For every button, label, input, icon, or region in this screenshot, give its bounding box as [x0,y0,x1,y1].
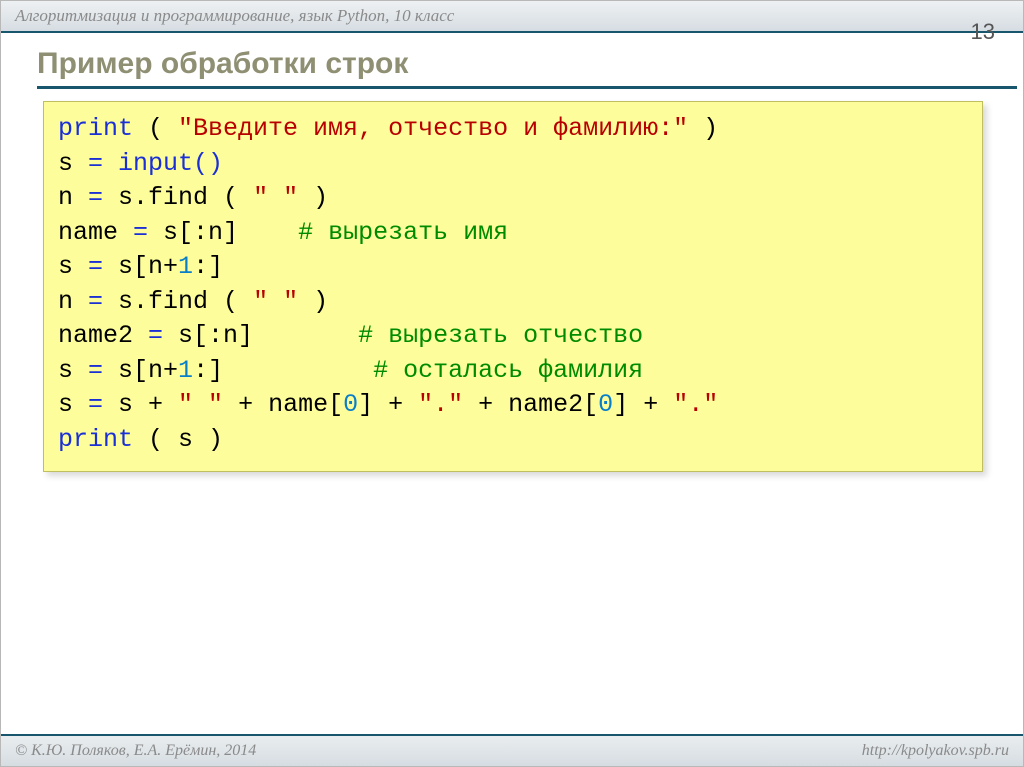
header-bar: Алгоритмизация и программирование, язык … [1,1,1023,33]
code-text: ) [298,183,328,212]
code-op: = [73,356,118,385]
code-text: n [58,183,73,212]
code-text: s[:n] [163,218,298,247]
code-string: " " [253,183,298,212]
code-string: " " [178,390,223,419]
code-text: s.find [118,183,208,212]
code-text: ) [298,287,328,316]
code-text: + name2[ [463,390,598,419]
code-string: "Введите имя, отчество и фамилию:" [178,114,688,143]
code-block: print ( "Введите имя, отчество и фамилию… [43,101,983,472]
code-text: ] + [613,390,673,419]
code-comment: # вырезать имя [298,218,508,247]
code-text: + name[ [223,390,343,419]
code-op: = [73,287,118,316]
code-text: n [58,287,73,316]
code-text: ( [208,183,253,212]
source-url: http://kpolyakov.spb.ru [862,742,1009,760]
course-label: Алгоритмизация и программирование, язык … [15,6,454,26]
code-text: s + [118,390,178,419]
code-text: ( [133,114,178,143]
code-text: s [58,149,73,178]
code-text: s[:n] [178,321,358,350]
code-text: s[n+ [118,356,178,385]
code-text: name [58,218,118,247]
code-string: " " [253,287,298,316]
code-text: ( [208,287,253,316]
code-text: :] [193,252,223,281]
code-text: s[n+ [118,252,178,281]
code-text: ) [688,114,718,143]
code-op: = [118,218,163,247]
code-string: "." [673,390,718,419]
code-op: = [133,321,178,350]
code-text: s [58,390,73,419]
code-comment: # осталась фамилия [373,356,643,385]
code-op: = [73,390,118,419]
code-number: 1 [178,252,193,281]
slide-title: Пример обработки строк [37,47,408,81]
code-text: :] [193,356,373,385]
code-text: s [58,356,73,385]
code-text: s [58,252,73,281]
code-number: 0 [598,390,613,419]
code-op: = [73,183,118,212]
code-text: name2 [58,321,133,350]
code-op: = [73,149,118,178]
code-text: ( s ) [133,425,223,454]
code-text: s.find [118,287,208,316]
code-op: = [73,252,118,281]
slide-number: 13 [971,19,995,45]
footer-bar: © К.Ю. Поляков, Е.А. Ерёмин, 2014 http:/… [1,734,1023,766]
copyright: © К.Ю. Поляков, Е.А. Ерёмин, 2014 [15,742,256,760]
code-comment: # вырезать отчество [358,321,643,350]
code-number: 0 [343,390,358,419]
code-kw-input: input() [118,149,223,178]
title-underline [37,86,1017,89]
slide: Алгоритмизация и программирование, язык … [0,0,1024,767]
code-kw-print: print [58,425,133,454]
code-text: ] + [358,390,418,419]
code-string: "." [418,390,463,419]
code-number: 1 [178,356,193,385]
code-kw-print: print [58,114,133,143]
